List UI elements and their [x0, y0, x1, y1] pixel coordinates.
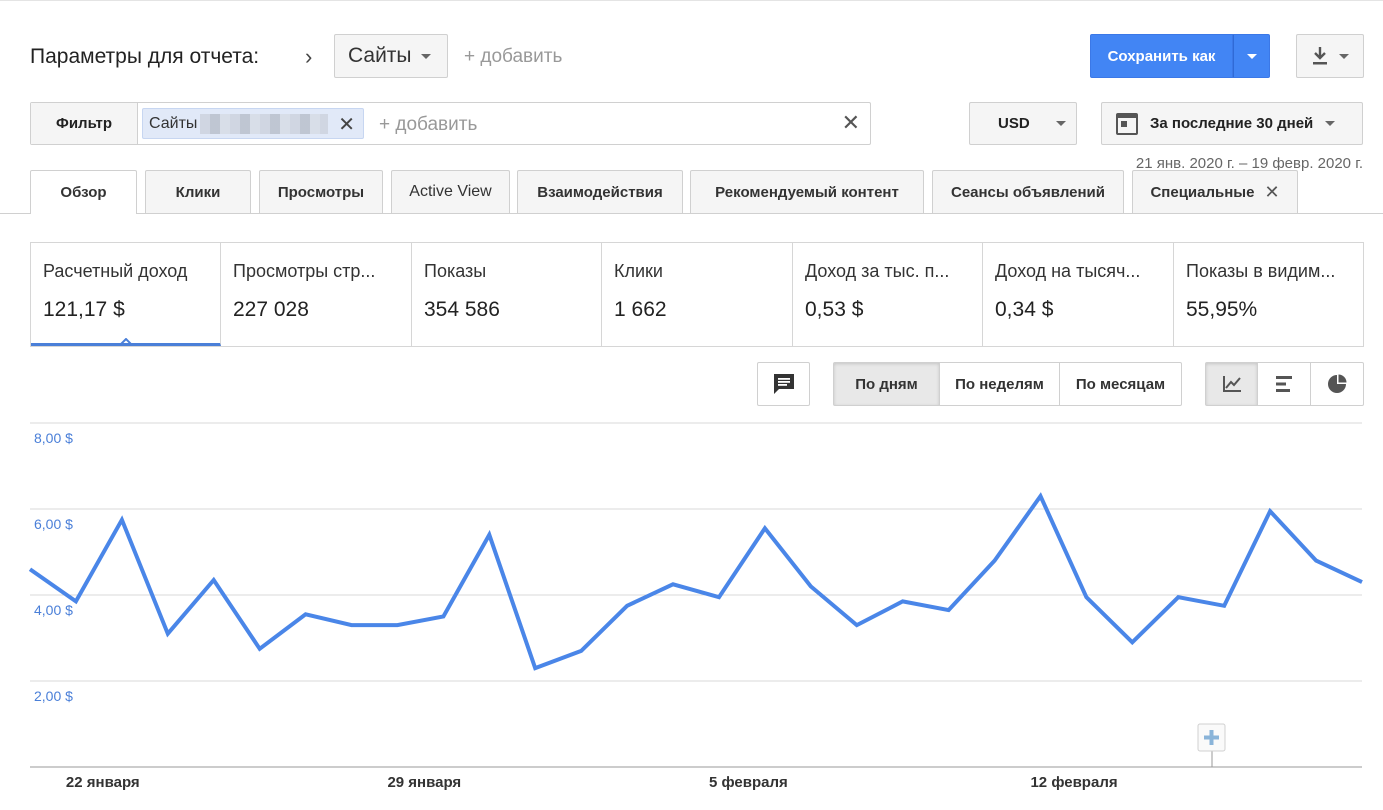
caret-down-icon: [420, 53, 431, 59]
x-axis-labels: 22 января 29 января 5 февраля 12 февраля: [66, 774, 1118, 791]
metric-card-estimated-revenue[interactable]: Расчетный доход 121,17 $: [31, 243, 221, 346]
metric-value: 227 028: [233, 298, 309, 321]
chart-grid: [30, 422, 1362, 768]
pie-chart-icon: [1328, 374, 1347, 393]
redacted-value: [200, 113, 329, 134]
currency-dropdown[interactable]: USD: [969, 102, 1077, 145]
date-range-label: За последние 30 дней: [1150, 115, 1314, 132]
metric-card-impressions[interactable]: Показы 354 586: [412, 243, 602, 346]
metric-label: Клики: [614, 261, 663, 281]
filter-bar: Фильтр Сайты ✕ + добавить ✕: [30, 102, 871, 145]
revenue-line-chart: 2,00 $ 4,00 $ 6,00 $ 8,00 $ 22 января 29 янв…: [28, 422, 1363, 791]
metric-card-impression-rpm[interactable]: Доход на тысяч... 0,34 $: [983, 243, 1174, 346]
metric-label: Просмотры стр...: [233, 261, 376, 281]
add-dimension-link[interactable]: + добавить: [464, 46, 562, 68]
metric-label: Расчетный доход: [43, 261, 188, 281]
y-tick-label: 8,00 $: [34, 430, 73, 446]
metric-value: 0,53 $: [805, 298, 864, 321]
caret-down-icon: [1325, 121, 1336, 126]
filter-chip-label: Сайты: [149, 114, 198, 132]
clear-filter-icon[interactable]: ✕: [842, 110, 860, 136]
y-tick-label: 4,00 $: [34, 602, 73, 618]
metric-value: 121,17 $: [43, 298, 125, 321]
metric-value: 0,34 $: [995, 298, 1054, 321]
download-icon: [1313, 47, 1327, 65]
metric-label: Показы: [424, 261, 487, 281]
tab-interactions[interactable]: Взаимодействия: [517, 170, 683, 213]
dimension-label: Сайты: [348, 44, 412, 67]
save-as-button[interactable]: Сохранить как: [1090, 34, 1233, 78]
comment-icon: [773, 374, 794, 394]
tab-active-view[interactable]: Active View: [391, 170, 510, 213]
chevron-right-icon: ›: [305, 44, 313, 69]
pie-chart-button[interactable]: [1311, 362, 1364, 406]
chart-series: [28, 492, 1363, 671]
metric-scorecards: Расчетный доход 121,17 $ Просмотры стр..…: [30, 242, 1364, 347]
tab-ad-sessions[interactable]: Сеансы объявлений: [932, 170, 1124, 213]
close-icon[interactable]: ✕: [1264, 182, 1279, 203]
page-title: Параметры для отчета:: [30, 45, 260, 68]
tab-views[interactable]: Просмотры: [259, 170, 383, 213]
comment-button[interactable]: [757, 362, 810, 406]
save-as-dropdown[interactable]: [1233, 34, 1270, 78]
line-chart-button[interactable]: [1205, 362, 1258, 406]
granularity-day-button[interactable]: По дням: [833, 362, 940, 406]
download-button[interactable]: [1296, 34, 1364, 78]
x-tick-label: 5 февраля: [709, 774, 788, 791]
selected-notch-icon: [120, 338, 132, 343]
caret-down-icon: [1246, 53, 1257, 59]
report-tabs: Обзор Клики Просмотры Active View Взаимо…: [0, 170, 1383, 214]
y-tick-label: 6,00 $: [34, 516, 73, 532]
tab-recommended-content[interactable]: Рекомендуемый контент: [690, 170, 924, 213]
bar-chart-button[interactable]: [1258, 362, 1311, 406]
series-line[interactable]: [28, 492, 1363, 671]
line-chart-icon: [1222, 376, 1241, 392]
metric-card-page-views[interactable]: Просмотры стр... 227 028: [221, 243, 412, 346]
granularity-month-button[interactable]: По месяцам: [1060, 362, 1182, 406]
tab-overview[interactable]: Обзор: [30, 170, 137, 214]
granularity-week-button[interactable]: По неделям: [940, 362, 1060, 406]
metric-value: 1 662: [614, 298, 667, 321]
currency-label: USD: [998, 115, 1030, 132]
close-icon[interactable]: ✕: [338, 112, 355, 137]
metric-label: Доход за тыс. п...: [805, 261, 950, 281]
metric-label: Доход на тысяч...: [995, 261, 1141, 281]
tab-custom-label: Специальные: [1150, 183, 1255, 201]
metric-value: 55,95%: [1186, 298, 1258, 321]
filter-chip[interactable]: Сайты ✕: [142, 108, 364, 139]
metric-value: 354 586: [424, 298, 500, 321]
metric-card-page-rpm[interactable]: Доход за тыс. п... 0,53 $: [793, 243, 983, 346]
caret-down-icon: [1055, 121, 1066, 126]
add-filter-input[interactable]: + добавить: [379, 114, 477, 136]
date-range-dropdown[interactable]: За последние 30 дней: [1101, 102, 1363, 145]
caret-down-icon: [1339, 53, 1349, 59]
bar-chart-icon: [1276, 376, 1292, 392]
metric-card-clicks[interactable]: Клики 1 662: [602, 243, 793, 346]
y-axis-labels: 2,00 $ 4,00 $ 6,00 $ 8,00 $: [34, 430, 73, 704]
x-tick-label: 29 января: [387, 774, 461, 791]
annotation-add-button[interactable]: [1197, 723, 1226, 767]
dimension-dropdown[interactable]: Сайты: [334, 34, 448, 78]
calendar-icon: [1116, 112, 1138, 135]
filter-button[interactable]: Фильтр: [31, 103, 138, 144]
metric-label: Показы в видим...: [1186, 261, 1336, 281]
x-tick-label: 12 февраля: [1030, 774, 1117, 791]
tab-clicks[interactable]: Клики: [145, 170, 251, 213]
y-tick-label: 2,00 $: [34, 688, 73, 704]
top-border: [0, 0, 1383, 3]
metric-card-viewability[interactable]: Показы в видим... 55,95%: [1174, 243, 1363, 346]
x-tick-label: 22 января: [66, 774, 140, 791]
tab-custom[interactable]: Специальные ✕: [1132, 170, 1298, 213]
